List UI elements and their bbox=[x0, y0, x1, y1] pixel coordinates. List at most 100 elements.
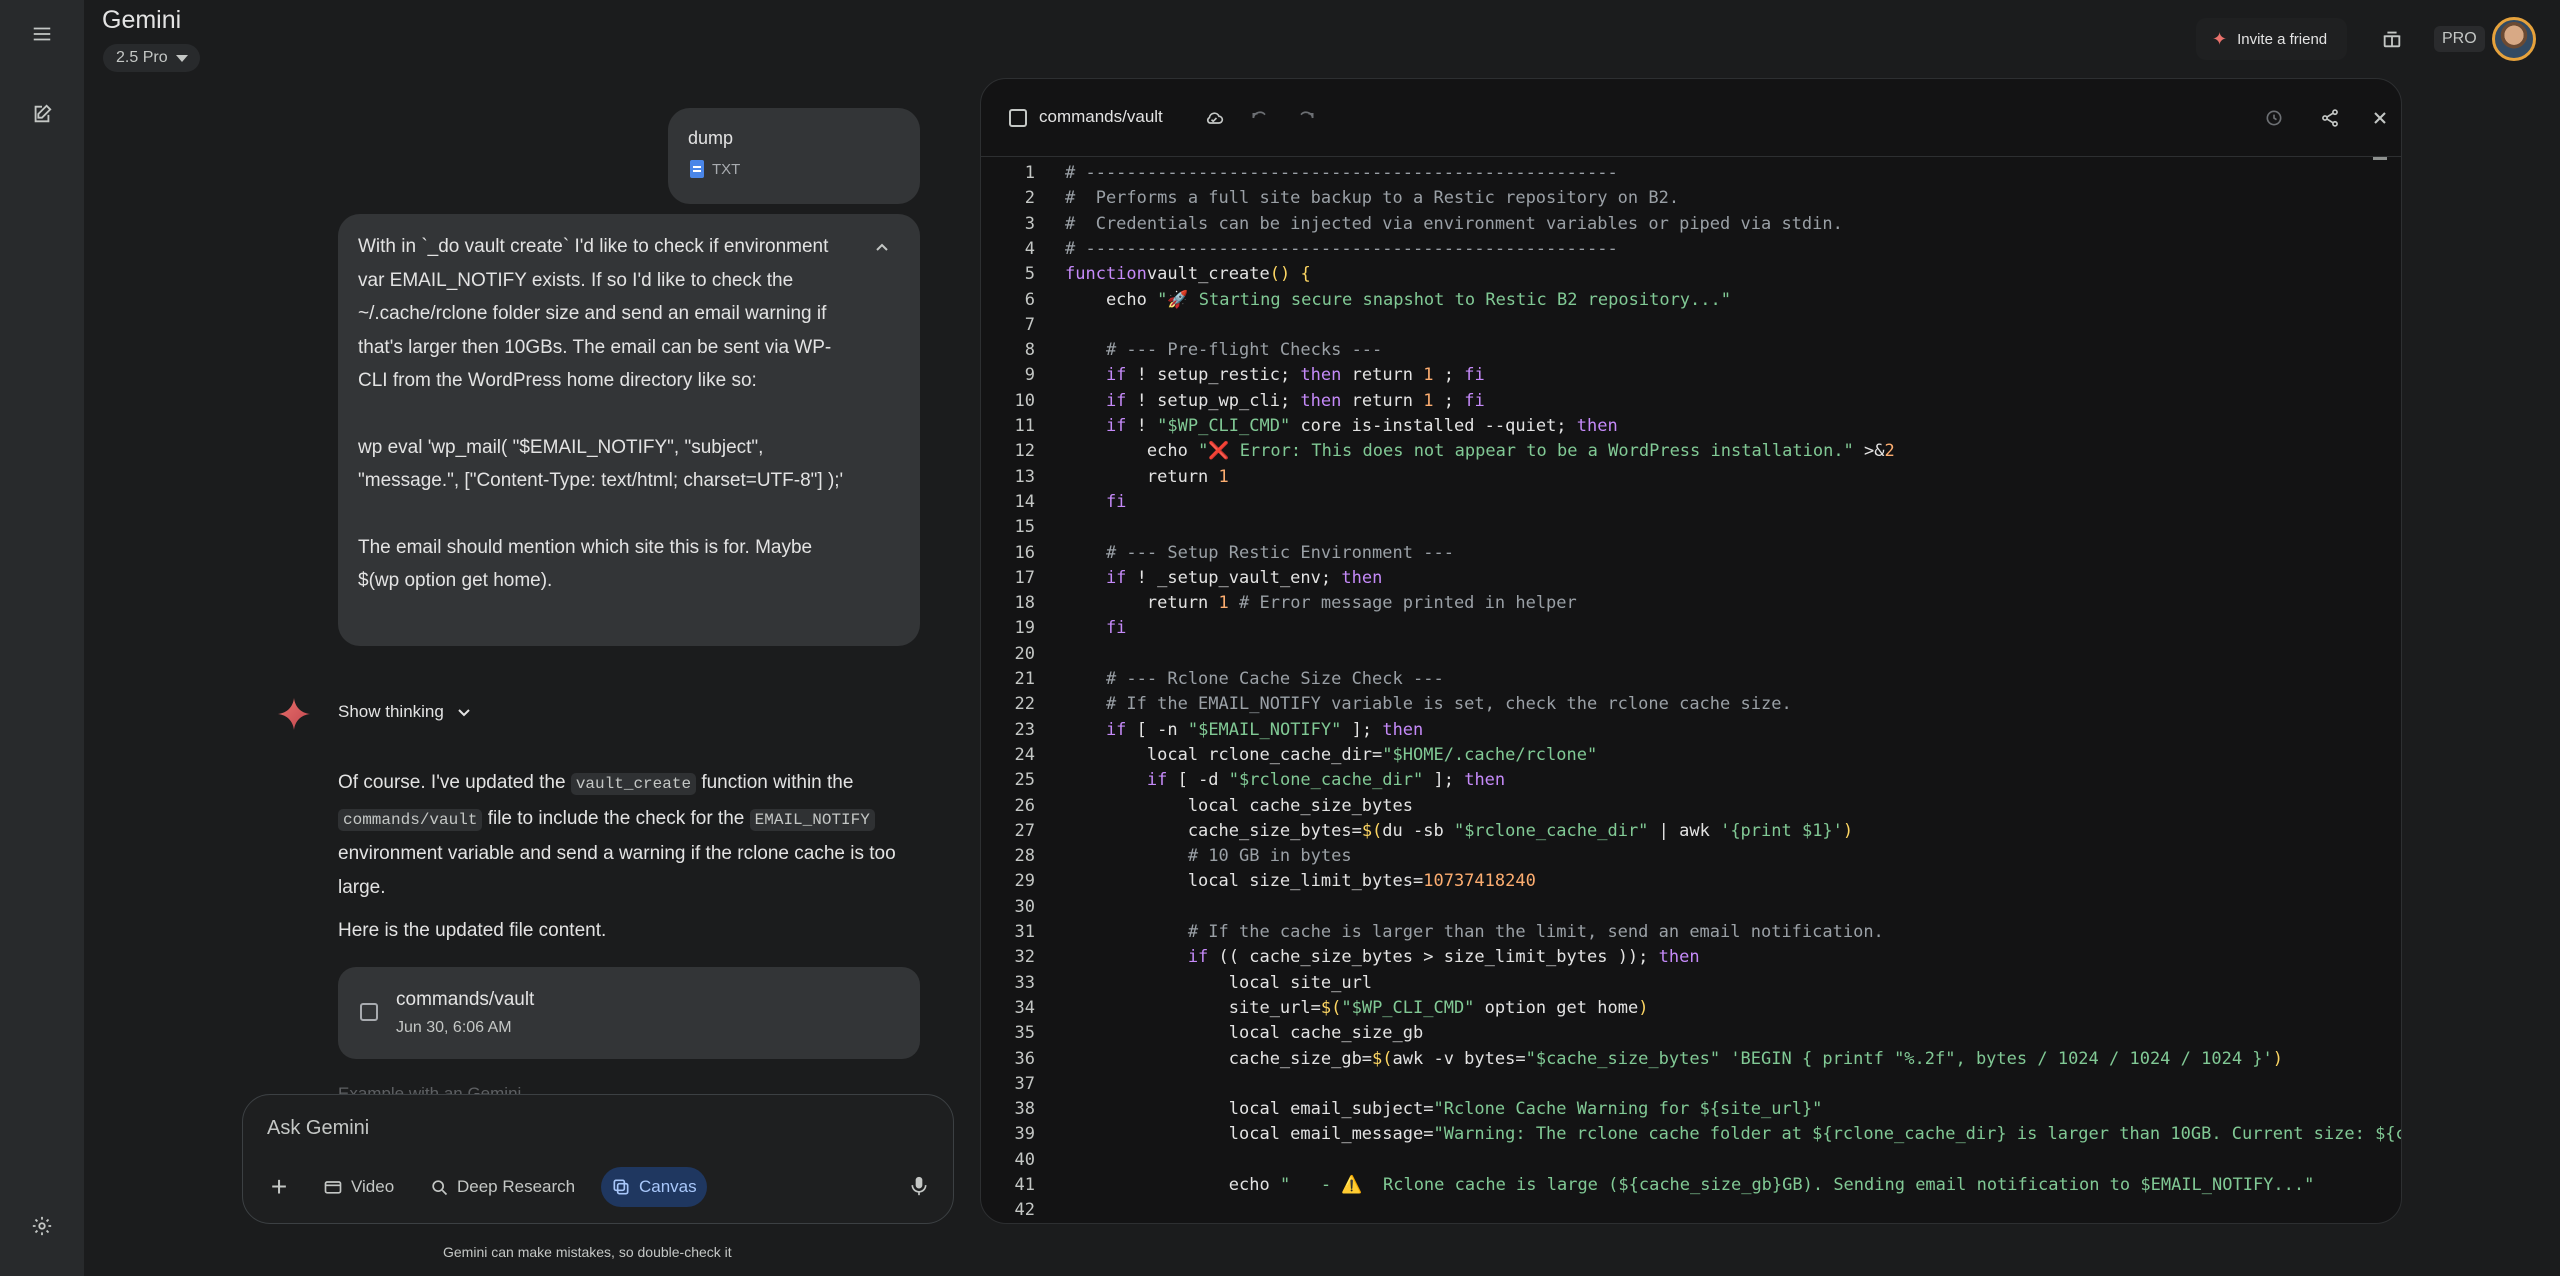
code-line: cache_size_bytes=$(du -sb "$rclone_cache… bbox=[1065, 821, 1854, 841]
deep-research-label: Deep Research bbox=[457, 1177, 576, 1196]
code-line: # --------------------------------------… bbox=[1065, 163, 1618, 183]
microphone-icon[interactable] bbox=[909, 1175, 933, 1201]
code-line: local email_subject="Rclone Cache Warnin… bbox=[1065, 1099, 1823, 1119]
response-text: Here is the updated file content. bbox=[338, 920, 607, 941]
code-line: functionvault_create() { bbox=[1065, 264, 1311, 284]
line-number: 11 bbox=[1014, 416, 1035, 436]
canvas-panel: commands/vault 1 # ----------------------… bbox=[980, 78, 2402, 1224]
line-number: 12 bbox=[1014, 441, 1035, 461]
attachment-card[interactable]: dump TXT bbox=[668, 108, 920, 204]
file-card-title: commands/vault bbox=[396, 989, 535, 1010]
response-text: file to include the check for the bbox=[482, 807, 750, 829]
show-thinking-label: Show thinking bbox=[338, 702, 444, 721]
model-label: 2.5 Pro bbox=[116, 49, 168, 66]
show-thinking-toggle[interactable]: Show thinking bbox=[338, 702, 472, 722]
code-line: # --- Pre-flight Checks --- bbox=[1065, 340, 1383, 360]
code-line: local rclone_cache_dir="$HOME/.cache/rcl… bbox=[1065, 745, 1598, 765]
new-chat-icon[interactable] bbox=[20, 92, 64, 136]
ask-input[interactable] bbox=[267, 1117, 867, 1140]
inline-code: EMAIL_NOTIFY bbox=[749, 808, 875, 831]
chevron-down-icon bbox=[175, 54, 188, 62]
invite-button[interactable]: ✦ Invite a friend bbox=[2196, 18, 2348, 60]
code-line: if ! setup_restic; then return 1 ; fi bbox=[1065, 365, 1485, 385]
plus-icon[interactable]: + bbox=[263, 1171, 295, 1203]
menu-icon[interactable] bbox=[20, 12, 64, 56]
canvas-file-card[interactable]: commands/vault Jun 30, 6:06 AM bbox=[338, 967, 920, 1059]
line-number: 33 bbox=[1014, 973, 1035, 993]
code-line: # Performs a full site backup to a Resti… bbox=[1065, 188, 1680, 208]
line-number: 2 bbox=[1024, 188, 1035, 208]
code-line: return 1 # Error message printed in help… bbox=[1065, 593, 1577, 613]
code-line: return 1 bbox=[1065, 467, 1229, 487]
line-number: 42 bbox=[1014, 1200, 1035, 1220]
code-line: if ! "$WP_CLI_CMD" core is-installed --q… bbox=[1065, 416, 1618, 436]
code-line: fi bbox=[1065, 618, 1127, 638]
video-tool-button[interactable]: Video bbox=[313, 1167, 404, 1207]
version-history-icon[interactable] bbox=[2257, 101, 2291, 135]
line-number: 10 bbox=[1014, 391, 1035, 411]
code-line: # --- Rclone Cache Size Check --- bbox=[1065, 669, 1444, 689]
attachment-name: dump bbox=[688, 128, 734, 148]
gift-icon[interactable] bbox=[2370, 18, 2414, 60]
settings-icon[interactable] bbox=[20, 1204, 64, 1248]
research-icon bbox=[432, 1180, 448, 1196]
canvas-tool-button[interactable]: Canvas bbox=[601, 1167, 707, 1207]
code-file-icon bbox=[1009, 109, 1027, 127]
line-number: 3 bbox=[1024, 214, 1035, 234]
share-icon[interactable] bbox=[2313, 101, 2347, 135]
code-line: if ! _setup_vault_env; then bbox=[1065, 568, 1383, 588]
code-line: local cache_size_gb bbox=[1065, 1023, 1424, 1043]
canvas-title: commands/vault bbox=[1039, 107, 1163, 126]
assistant-response: Of course. I've updated the vault_create… bbox=[338, 766, 928, 904]
user-message-paragraph: wp eval 'wp_mail( "$EMAIL_NOTIFY", "subj… bbox=[358, 436, 844, 492]
line-number: 5 bbox=[1024, 264, 1035, 284]
response-text: environment variable and send a warning … bbox=[338, 843, 896, 898]
video-tool-label: Video bbox=[351, 1177, 395, 1196]
line-number: 24 bbox=[1014, 745, 1035, 765]
line-number: 19 bbox=[1014, 618, 1035, 638]
line-number: 36 bbox=[1014, 1049, 1035, 1069]
line-number: 8 bbox=[1024, 340, 1035, 360]
code-line: cache_size_gb=$(awk -v bytes="$cache_siz… bbox=[1065, 1049, 2284, 1069]
line-number: 28 bbox=[1014, 846, 1035, 866]
line-number: 14 bbox=[1014, 492, 1035, 512]
cloud-save-icon[interactable] bbox=[1197, 101, 1231, 135]
canvas-icon bbox=[613, 1179, 629, 1195]
line-number: 31 bbox=[1014, 922, 1035, 942]
code-line: # --------------------------------------… bbox=[1065, 239, 1618, 259]
line-number: 9 bbox=[1024, 365, 1035, 385]
avatar[interactable] bbox=[2492, 17, 2536, 61]
inline-code: commands/vault bbox=[338, 808, 483, 831]
code-line: local site_url bbox=[1065, 973, 1373, 993]
deep-research-button[interactable]: Deep Research bbox=[419, 1167, 585, 1207]
line-number: 25 bbox=[1014, 770, 1035, 790]
redo-icon[interactable] bbox=[1289, 101, 1323, 135]
code-line: if ! setup_wp_cli; then return 1 ; fi bbox=[1065, 391, 1485, 411]
response-text: Of course. I've updated the bbox=[338, 772, 571, 793]
line-number: 35 bbox=[1014, 1023, 1035, 1043]
line-number: 20 bbox=[1014, 644, 1035, 664]
line-number: 41 bbox=[1014, 1175, 1035, 1195]
chevron-up-icon[interactable] bbox=[874, 240, 890, 256]
gemini-logo-icon bbox=[276, 696, 312, 732]
code-line: local email_message="Warning: The rclone… bbox=[1065, 1124, 2402, 1144]
code-line: site_url=$("$WP_CLI_CMD" option get home… bbox=[1065, 998, 1649, 1018]
line-number: 40 bbox=[1014, 1150, 1035, 1170]
file-card-date: Jun 30, 6:06 AM bbox=[396, 1019, 512, 1036]
user-message-paragraph: The email should mention which site this… bbox=[358, 536, 813, 592]
code-line: # 10 GB in bytes bbox=[1065, 846, 1352, 866]
line-number: 4 bbox=[1024, 239, 1035, 259]
line-number: 26 bbox=[1014, 796, 1035, 816]
canvas-tool-label: Canvas bbox=[639, 1177, 697, 1196]
line-number: 13 bbox=[1014, 467, 1035, 487]
code-line: # If the EMAIL_NOTIFY variable is set, c… bbox=[1065, 694, 1792, 714]
model-selector[interactable]: 2.5 Pro bbox=[103, 44, 200, 72]
attachment-type: TXT bbox=[690, 160, 740, 178]
undo-icon[interactable] bbox=[1243, 101, 1277, 135]
code-line: local size_limit_bytes=10737418240 bbox=[1065, 871, 1536, 891]
close-icon[interactable] bbox=[2363, 101, 2397, 135]
code-editor[interactable]: 1 # -------------------------------------… bbox=[981, 163, 2402, 1223]
sparkle-icon: ✦ bbox=[2212, 28, 2228, 49]
canvas-header: commands/vault bbox=[981, 79, 2401, 157]
document-icon bbox=[690, 160, 704, 178]
